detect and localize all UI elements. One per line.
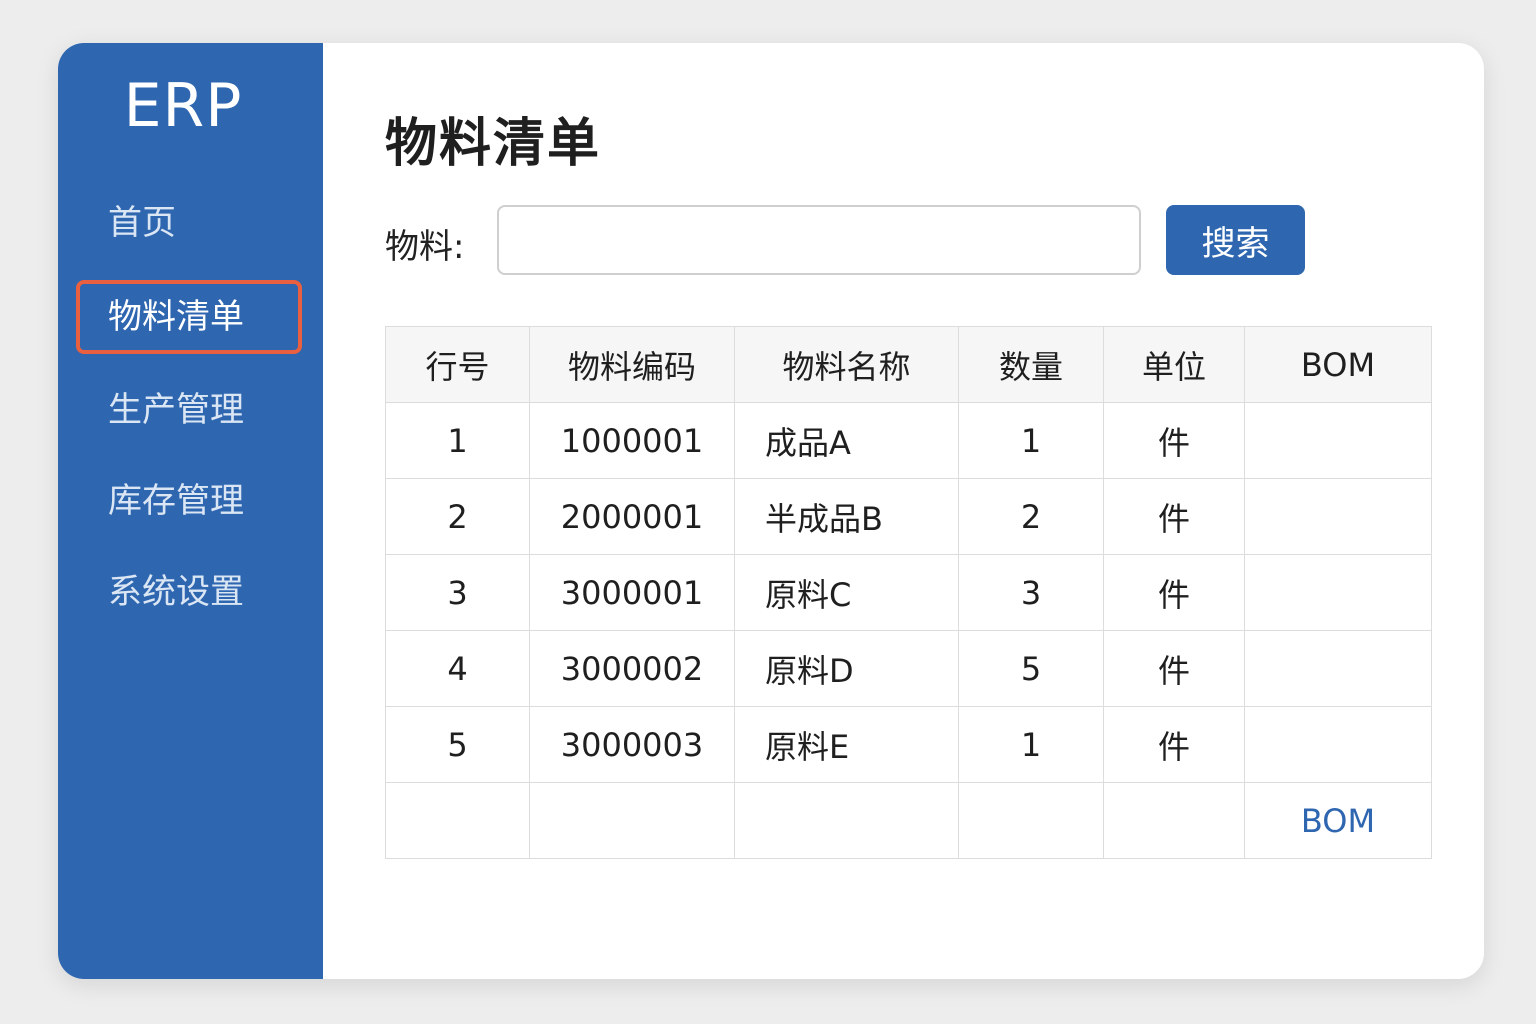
app-logo: ERP: [123, 71, 243, 141]
sidebar-item-label: 物料清单: [108, 297, 244, 337]
material-search-input[interactable]: [497, 205, 1141, 275]
cell-material-code: 3000001: [529, 554, 735, 631]
bom-table: 行号 物料编码 物料名称 数量 单位 BOM 1 1000001 成品A 1 件: [385, 326, 1432, 859]
table-row[interactable]: 5 3000003 原料E 1 件: [385, 706, 1432, 783]
column-header-bom: BOM: [1244, 326, 1432, 403]
column-header-line-no: 行号: [385, 326, 530, 403]
footer-cell-empty: [529, 782, 735, 859]
cell-material-name: 成品A: [734, 402, 959, 479]
cell-bom: [1244, 706, 1432, 783]
sidebar-item-label: 生产管理: [108, 390, 244, 430]
cell-unit: 件: [1103, 706, 1245, 783]
cell-material-name: 原料D: [734, 630, 959, 707]
cell-quantity: 5: [958, 630, 1104, 707]
cell-unit: 件: [1103, 630, 1245, 707]
cell-line-no: 3: [385, 554, 530, 631]
cell-quantity: 2: [958, 478, 1104, 555]
cell-line-no: 2: [385, 478, 530, 555]
table-header-row: 行号 物料编码 物料名称 数量 单位 BOM: [385, 326, 1432, 403]
cell-unit: 件: [1103, 478, 1245, 555]
cell-line-no: 4: [385, 630, 530, 707]
bom-link[interactable]: BOM: [1301, 802, 1375, 840]
footer-cell-empty: [1103, 782, 1245, 859]
column-header-unit: 单位: [1103, 326, 1245, 403]
cell-line-no: 1: [385, 402, 530, 479]
cell-material-name: 半成品B: [734, 478, 959, 555]
sidebar-item-label: 系统设置: [108, 572, 244, 612]
cell-material-code: 3000003: [529, 706, 735, 783]
footer-cell-empty: [958, 782, 1104, 859]
table-footer-row: BOM: [385, 782, 1432, 859]
cell-material-name: 原料E: [734, 706, 959, 783]
page-title: 物料清单: [385, 114, 602, 174]
cell-bom: [1244, 478, 1432, 555]
sidebar-item-bom[interactable]: 物料清单: [76, 280, 302, 354]
cell-line-no: 5: [385, 706, 530, 783]
column-header-material-name: 物料名称: [734, 326, 959, 403]
cell-material-code: 1000001: [529, 402, 735, 479]
main-content: 物料清单 物料: 搜索 行号 物料编码 物料名称 数量 单位 BOM 1 100…: [323, 43, 1484, 979]
sidebar-item-label: 首页: [108, 203, 176, 243]
sidebar-item-inventory[interactable]: 库存管理: [76, 464, 302, 538]
table-row[interactable]: 2 2000001 半成品B 2 件: [385, 478, 1432, 555]
cell-quantity: 1: [958, 402, 1104, 479]
cell-bom: [1244, 402, 1432, 479]
cell-quantity: 1: [958, 706, 1104, 783]
app-window: ERP 首页 物料清单 生产管理 库存管理 系统设置 物料清单 物料: 搜索 行…: [58, 43, 1484, 979]
sidebar-item-settings[interactable]: 系统设置: [76, 555, 302, 629]
sidebar-item-label: 库存管理: [108, 481, 244, 521]
table-row[interactable]: 1 1000001 成品A 1 件: [385, 402, 1432, 479]
sidebar-item-home[interactable]: 首页: [76, 186, 302, 260]
footer-cell-bom: BOM: [1244, 782, 1432, 859]
footer-cell-empty: [385, 782, 530, 859]
cell-quantity: 3: [958, 554, 1104, 631]
column-header-material-code: 物料编码: [529, 326, 735, 403]
search-label: 物料:: [385, 227, 465, 267]
cell-unit: 件: [1103, 402, 1245, 479]
footer-cell-empty: [734, 782, 959, 859]
cell-bom: [1244, 554, 1432, 631]
cell-bom: [1244, 630, 1432, 707]
cell-material-name: 原料C: [734, 554, 959, 631]
table-row[interactable]: 4 3000002 原料D 5 件: [385, 630, 1432, 707]
cell-unit: 件: [1103, 554, 1245, 631]
cell-material-code: 3000002: [529, 630, 735, 707]
cell-material-code: 2000001: [529, 478, 735, 555]
table-row[interactable]: 3 3000001 原料C 3 件: [385, 554, 1432, 631]
sidebar: ERP 首页 物料清单 生产管理 库存管理 系统设置: [58, 43, 323, 979]
sidebar-item-production[interactable]: 生产管理: [76, 373, 302, 447]
column-header-quantity: 数量: [958, 326, 1104, 403]
search-button[interactable]: 搜索: [1166, 205, 1305, 275]
